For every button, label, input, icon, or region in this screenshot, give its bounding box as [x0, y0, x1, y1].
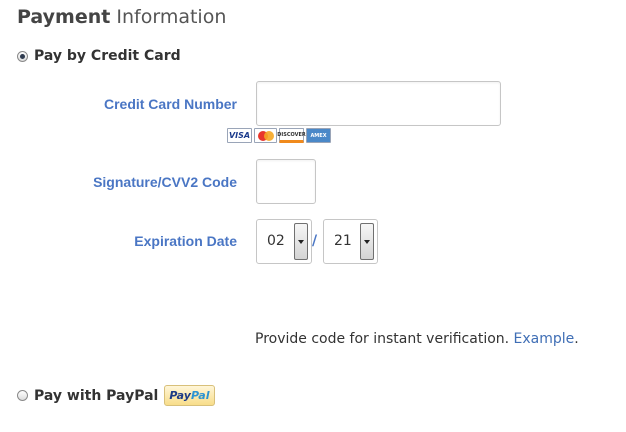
helper-suffix: . [574, 331, 579, 347]
paypal-radio[interactable] [17, 390, 28, 401]
chevron-down-icon[interactable] [360, 223, 374, 260]
expiration-month-value: 02 [267, 233, 285, 249]
verification-helper: Provide code for instant verification. E… [255, 331, 579, 347]
expiration-year-value: 21 [334, 233, 352, 249]
cvv-label: Signature/CVV2 Code [93, 174, 237, 190]
expiration-separator: / [312, 233, 318, 249]
card-number-label: Credit Card Number [103, 96, 237, 112]
paypal-logo-part2: Pal [190, 389, 210, 402]
mastercard-icon [254, 128, 277, 143]
credit-card-radio[interactable] [17, 50, 28, 62]
credit-card-option-label: Pay by Credit Card [34, 48, 181, 64]
amex-card-icon: AMEX [306, 128, 331, 143]
card-number-input[interactable] [256, 81, 501, 126]
example-link[interactable]: Example [514, 331, 575, 347]
paypal-logo-part1: Pay [169, 389, 191, 402]
page-heading: Payment Information [17, 6, 226, 28]
helper-text: Provide code for instant verification. [255, 331, 510, 347]
expiration-label: Expiration Date [134, 233, 237, 249]
paypal-option[interactable]: Pay with PayPal Pay Pal [17, 385, 215, 406]
paypal-option-label: Pay with PayPal [34, 387, 159, 404]
paypal-logo-icon: Pay Pal [164, 385, 215, 406]
accepted-cards: VISA DISCOVER AMEX [227, 128, 331, 143]
visa-card-icon: VISA [227, 128, 252, 143]
heading-light: Information [116, 6, 227, 28]
credit-card-option[interactable]: Pay by Credit Card [17, 48, 181, 64]
expiration-year-select[interactable]: 21 [323, 219, 378, 264]
expiration-month-select[interactable]: 02 [256, 219, 312, 264]
cvv-input[interactable] [256, 159, 316, 204]
heading-strong: Payment [17, 6, 111, 28]
chevron-down-icon[interactable] [294, 223, 308, 260]
discover-card-icon: DISCOVER [277, 128, 306, 143]
